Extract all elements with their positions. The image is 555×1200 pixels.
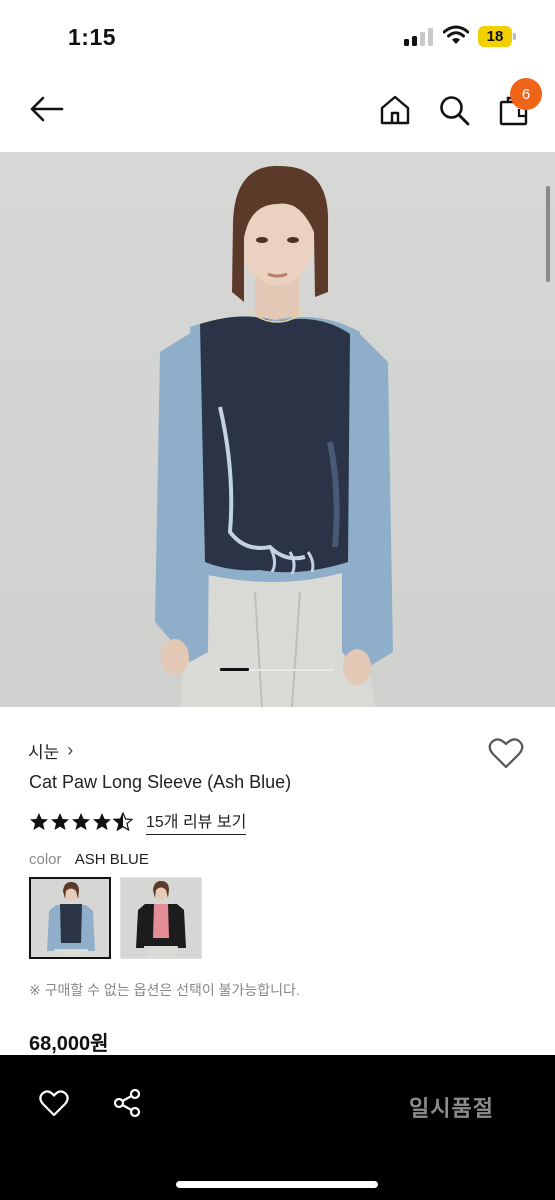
review-link[interactable]: 15개 리뷰 보기 [146, 808, 247, 835]
home-icon[interactable] [379, 94, 411, 126]
scroll-indicator [546, 186, 550, 282]
share-icon[interactable] [112, 1088, 142, 1118]
search-icon[interactable] [438, 94, 470, 126]
cellular-signal-icon [404, 28, 434, 46]
back-arrow-icon[interactable] [28, 95, 64, 123]
battery-level: 18 [478, 26, 512, 47]
status-bar: 1:15 18 [0, 0, 555, 70]
product-name: Cat Paw Long Sleeve (Ash Blue) [29, 772, 292, 792]
star-icon [30, 812, 48, 830]
battery-indicator: 18 [478, 26, 516, 47]
navigation-bar [0, 70, 555, 152]
color-option-row: color ASH BLUE [29, 851, 149, 868]
sold-out-label: 일시품절 [409, 1096, 494, 1121]
star-rating [29, 811, 133, 832]
home-indicator[interactable] [176, 1181, 378, 1188]
half-star-icon [113, 811, 133, 831]
heart-icon[interactable] [488, 736, 524, 770]
chevron-right-icon: › [67, 740, 74, 760]
status-time: 1:15 [68, 24, 117, 50]
product-image[interactable] [0, 152, 555, 707]
option-notice: ※ 구매할 수 없는 옵션은 선택이 불가능합니다. [29, 982, 300, 998]
image-page-indicator [220, 668, 334, 672]
color-label: color [29, 851, 62, 868]
bottom-action-bar [0, 1055, 555, 1200]
rating-row: 15개 리뷰 보기 [29, 808, 247, 835]
price: 68,000원 [29, 1033, 109, 1055]
brand-link[interactable]: 시눈 › [28, 738, 73, 763]
star-icon [51, 812, 69, 830]
brand-name: 시눈 [28, 743, 60, 762]
star-icon [93, 812, 111, 830]
color-value: ASH BLUE [74, 851, 149, 868]
product-photo [155, 165, 393, 707]
wifi-icon [443, 25, 469, 44]
star-icon [72, 812, 90, 830]
color-swatch-pink[interactable] [120, 877, 202, 959]
color-swatch-ash-blue[interactable] [29, 877, 111, 959]
swatch-thumbnail [31, 879, 109, 957]
heart-icon[interactable] [39, 1089, 69, 1117]
swatch-thumbnail [121, 878, 201, 958]
cart-count-badge: 6 [510, 78, 542, 110]
